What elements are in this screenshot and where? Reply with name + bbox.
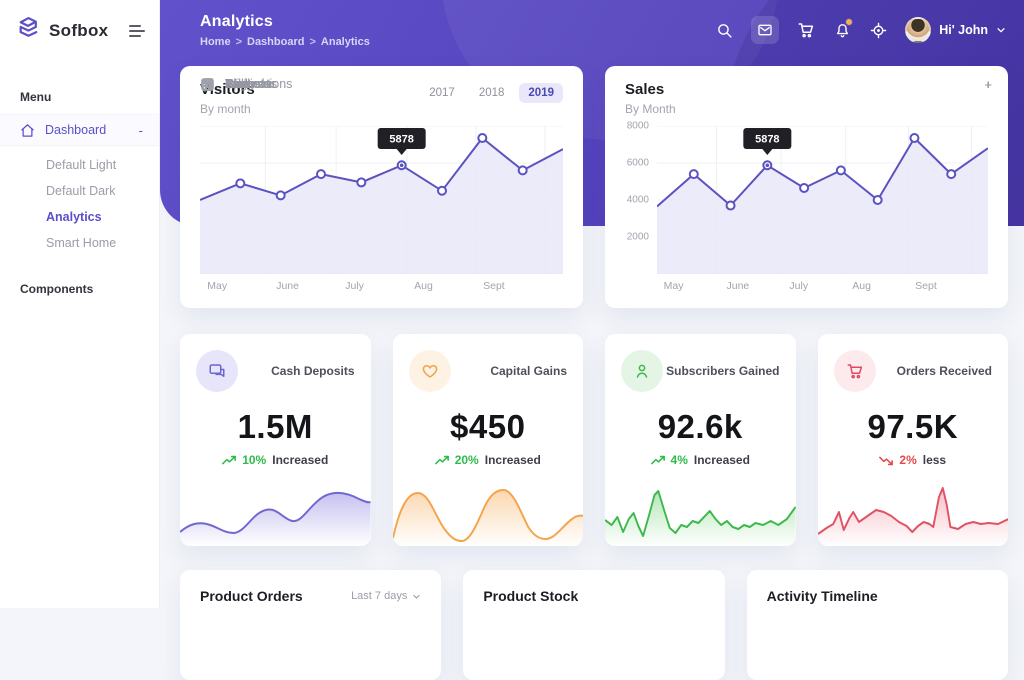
y-tick-label: 4000 xyxy=(627,195,649,206)
stat-value: 92.6k xyxy=(621,408,780,446)
cart-icon[interactable] xyxy=(797,21,815,39)
widget-icon xyxy=(200,77,215,92)
sales-card: Sales By Month 2000400060008000 5878 May… xyxy=(605,66,1008,308)
expand-indicator[interactable]: + xyxy=(984,77,992,92)
x-tick-label: June xyxy=(276,280,299,292)
sidebar-toggle-icon[interactable] xyxy=(129,25,145,37)
subscribers-sparkline xyxy=(605,482,796,546)
avatar[interactable] xyxy=(905,17,931,43)
stat-value: $450 xyxy=(409,408,568,446)
visitors-line-chart: 5878 xyxy=(200,126,563,274)
product-orders-card: Product Orders Last 7 days xyxy=(180,570,441,680)
sidebar-item-default-light[interactable]: Default Light xyxy=(0,152,159,178)
main-content: Visitors By month 2017 2018 2019 5878 Ma… xyxy=(180,66,1008,680)
trend-up-icon xyxy=(435,455,449,466)
breadcrumb-separator: > xyxy=(236,36,242,48)
sofbox-logo-icon[interactable] xyxy=(16,16,41,46)
search-icon[interactable] xyxy=(715,21,733,39)
notification-badge xyxy=(845,18,853,26)
activity-timeline-card: Activity Timeline xyxy=(747,570,1008,680)
sidebar-item-smart-home[interactable]: Smart Home xyxy=(0,230,159,256)
sidebar-item-dashboard[interactable]: Dashboard - xyxy=(0,114,159,146)
y-tick-label: 8000 xyxy=(627,121,649,132)
mail-icon[interactable] xyxy=(751,16,779,44)
breadcrumb-current: Analytics xyxy=(321,36,370,48)
stat-value: 97.5K xyxy=(834,408,993,446)
breadcrumb-dashboard[interactable]: Dashboard xyxy=(247,36,304,48)
user-menu[interactable]: Hi' John xyxy=(905,17,1006,43)
home-icon xyxy=(20,123,35,138)
trend-up-icon xyxy=(651,455,665,466)
sales-subtitle: By Month xyxy=(625,102,676,116)
sidebar-item-widgets[interactable]: Widgets + xyxy=(180,66,1008,102)
stat-value: 1.5M xyxy=(196,408,355,446)
cart-icon xyxy=(834,350,876,392)
capital-gains-sparkline xyxy=(393,482,584,546)
svg-text:5878: 5878 xyxy=(389,134,413,146)
trend-down-icon xyxy=(879,455,893,466)
user-greeting: Hi' John xyxy=(939,23,988,37)
y-tick-label: 2000 xyxy=(627,232,649,243)
x-tick-label: Aug xyxy=(414,280,433,292)
breadcrumb-home[interactable]: Home xyxy=(200,36,231,48)
bell-icon[interactable] xyxy=(833,21,851,39)
stat-card-cash-deposits: Cash Deposits 1.5M 10% Increased xyxy=(180,334,371,546)
collapse-indicator[interactable]: - xyxy=(139,123,143,138)
x-tick-label: May xyxy=(664,280,684,292)
x-tick-label: July xyxy=(345,280,364,292)
x-tick-label: Sept xyxy=(483,280,505,292)
stat-card-capital-gains: Capital Gains $450 20% Increased xyxy=(393,334,584,546)
menu-section-label: Menu xyxy=(0,90,159,104)
sidebar-item-default-dark[interactable]: Default Dark xyxy=(0,178,159,204)
x-tick-label: May xyxy=(207,280,227,292)
chevron-down-icon xyxy=(412,592,421,601)
x-tick-label: July xyxy=(789,280,808,292)
sidebar-item-analytics[interactable]: Analytics xyxy=(0,204,159,230)
cash-deposits-sparkline xyxy=(180,482,371,546)
breadcrumb-separator: > xyxy=(309,36,315,48)
product-orders-title: Product Orders xyxy=(200,588,303,604)
chevron-down-icon xyxy=(996,25,1006,35)
svg-text:5878: 5878 xyxy=(755,134,779,146)
visitors-x-axis: May June July Aug Sept xyxy=(200,280,563,295)
dashboard-submenu: Default Light Default Dark Analytics Sma… xyxy=(0,146,159,266)
y-tick-label: 6000 xyxy=(627,158,649,169)
sidebar: Sofbox Menu Dashboard - Default Light De… xyxy=(0,0,160,608)
locate-icon[interactable] xyxy=(869,21,887,39)
breadcrumb: Home > Dashboard > Analytics xyxy=(200,36,370,48)
page-title: Analytics xyxy=(200,13,370,31)
visitors-subtitle: By month xyxy=(200,102,255,116)
page-head: Analytics Home > Dashboard > Analytics xyxy=(200,13,370,48)
visitors-card: Visitors By month 2017 2018 2019 5878 Ma… xyxy=(180,66,583,308)
sales-y-axis: 2000400060008000 xyxy=(625,126,657,295)
header-actions: Hi' John xyxy=(715,16,1006,44)
sales-line-chart: 5878 xyxy=(657,126,988,274)
user-icon xyxy=(621,350,663,392)
chat-bubble-icon xyxy=(196,350,238,392)
sales-x-axis: May June July Aug Sept xyxy=(657,280,988,295)
product-stock-title: Product Stock xyxy=(483,588,578,604)
heart-icon xyxy=(409,350,451,392)
activity-timeline-title: Activity Timeline xyxy=(767,588,878,604)
x-tick-label: Aug xyxy=(852,280,871,292)
trend-up-icon xyxy=(222,455,236,466)
brand-name[interactable]: Sofbox xyxy=(49,21,108,41)
product-stock-card: Product Stock xyxy=(463,570,724,680)
components-section-label: Components xyxy=(0,282,159,296)
stat-card-subscribers-gained: Subscribers Gained 92.6k 4% Increased xyxy=(605,334,796,546)
date-range-dropdown[interactable]: Last 7 days xyxy=(351,590,421,602)
orders-sparkline xyxy=(818,482,1009,546)
x-tick-label: Sept xyxy=(915,280,937,292)
stat-card-orders-received: Orders Received 97.5K 2% less xyxy=(818,334,1009,546)
x-tick-label: June xyxy=(727,280,750,292)
